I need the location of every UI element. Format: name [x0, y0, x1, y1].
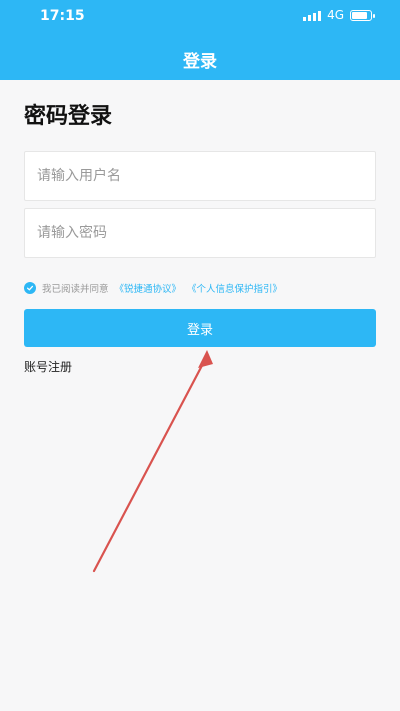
login-screen: 17:15 4G 登录 密码登录 我已阅读并同意 《锐捷通协议》 《个人信息保护…: [0, 0, 400, 711]
agreement-row: 我已阅读并同意 《锐捷通协议》 《个人信息保护指引》: [24, 281, 282, 295]
page-title: 登录: [183, 52, 217, 72]
status-time: 17:15: [40, 8, 85, 24]
service-agreement-link[interactable]: 《锐捷通协议》: [115, 281, 182, 295]
register-link[interactable]: 账号注册: [24, 358, 72, 375]
battery-icon: [350, 9, 375, 21]
login-button[interactable]: 登录: [24, 309, 376, 347]
username-input[interactable]: [24, 151, 376, 201]
agreement-text: 我已阅读并同意: [42, 284, 109, 295]
checkbox-checked-icon[interactable]: [24, 282, 36, 294]
signal-icon: [303, 9, 322, 21]
app-bar: 17:15 4G 登录: [0, 0, 400, 80]
network-type: 4G: [327, 8, 344, 22]
status-bar: 17:15 4G: [0, 8, 400, 28]
password-login-heading: 密码登录: [24, 104, 113, 129]
password-input[interactable]: [24, 208, 376, 258]
privacy-guide-link[interactable]: 《个人信息保护指引》: [187, 281, 282, 295]
status-indicators: 4G: [303, 8, 375, 22]
